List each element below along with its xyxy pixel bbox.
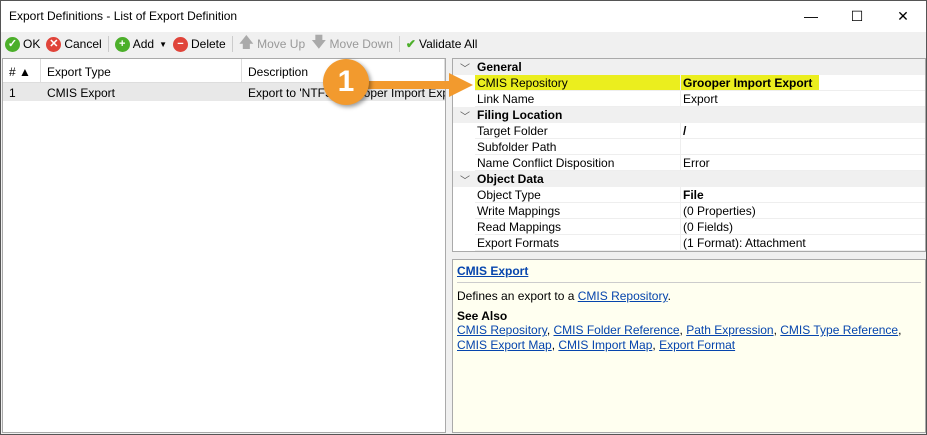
cmis-repository-link[interactable]: CMIS Repository xyxy=(578,289,668,303)
property-value[interactable]: Error xyxy=(681,155,712,170)
toolbar: ✓ OK ✕ Cancel + Add ▼ − Delete 🡅 Move Up 🡇 Move… xyxy=(1,33,926,55)
chevron-down-icon[interactable]: ﹀ xyxy=(453,108,477,123)
chevron-down-icon[interactable]: ﹀ xyxy=(453,172,477,187)
minimize-button[interactable]: — xyxy=(788,1,834,32)
help-pane: CMIS Export Defines an export to a CMIS … xyxy=(452,259,926,433)
see-also-link[interactable]: CMIS Export Map xyxy=(457,338,552,352)
property-value[interactable]: (0 Fields) xyxy=(681,219,735,234)
property-object-type[interactable]: Object Type File xyxy=(475,187,925,203)
property-read-mappings[interactable]: Read Mappings (0 Fields) xyxy=(475,219,925,235)
property-cmis-repository[interactable]: CMIS Repository Grooper Import Export xyxy=(475,75,925,91)
validate-all-button[interactable]: ✔ Validate All xyxy=(406,37,478,51)
category-label: Object Data xyxy=(477,172,544,186)
see-also-link[interactable]: CMIS Type Reference xyxy=(780,323,898,337)
see-also-link[interactable]: CMIS Import Map xyxy=(558,338,652,352)
ok-button[interactable]: ✓ OK xyxy=(5,36,41,52)
category-object-data[interactable]: ﹀ Object Data xyxy=(453,171,925,187)
row-export-type: CMIS Export xyxy=(47,86,116,100)
help-title-link[interactable]: CMIS Export xyxy=(457,264,921,283)
see-also-link[interactable]: Export Format xyxy=(659,338,735,352)
export-list: # ▲ Export Type Description 1 CMIS Expor… xyxy=(2,58,446,433)
plus-icon: + xyxy=(114,36,130,52)
splitter[interactable] xyxy=(447,58,451,433)
see-also-link[interactable]: CMIS Repository xyxy=(457,323,547,337)
property-name: Link Name xyxy=(475,91,681,106)
see-also-heading: See Also xyxy=(457,309,508,323)
property-value[interactable]: / xyxy=(681,123,688,138)
property-name: Target Folder xyxy=(475,123,681,138)
column-header-number[interactable]: # ▲ xyxy=(3,59,41,82)
delete-button[interactable]: − Delete xyxy=(172,36,226,52)
separator xyxy=(107,36,109,52)
cancel-label: Cancel xyxy=(64,37,102,51)
property-value[interactable]: (0 Properties) xyxy=(681,203,758,218)
arrow-up-icon: 🡅 xyxy=(238,33,255,51)
cancel-icon: ✕ xyxy=(46,36,62,52)
property-subfolder-path[interactable]: Subfolder Path xyxy=(475,139,925,155)
see-also-links: CMIS Repository, CMIS Folder Reference, … xyxy=(457,323,902,352)
property-value[interactable]: Export xyxy=(681,91,720,106)
move-down-button[interactable]: 🡇 Move Down xyxy=(311,32,393,57)
property-name: Write Mappings xyxy=(475,203,681,218)
help-description: Defines an export to a CMIS Repository. xyxy=(457,289,921,303)
desc-text: . xyxy=(667,289,671,303)
checkmark-icon: ✔ xyxy=(405,37,416,51)
dropdown-arrow-icon[interactable]: ▼ xyxy=(159,40,167,49)
see-also-link[interactable]: CMIS Folder Reference xyxy=(553,323,679,337)
ok-label: OK xyxy=(23,37,41,51)
row-number: 1 xyxy=(9,86,16,100)
property-value[interactable]: File xyxy=(681,187,706,202)
see-also-link[interactable]: Path Expression xyxy=(686,323,773,337)
callout-badge: 1 xyxy=(323,59,369,105)
property-value[interactable]: Grooper Import Export xyxy=(681,75,819,90)
property-name: Export Formats xyxy=(475,235,681,250)
title-bar: Export Definitions - List of Export Defi… xyxy=(1,1,926,32)
property-name: Subfolder Path xyxy=(475,139,681,154)
column-header-export-type[interactable]: Export Type xyxy=(41,59,242,82)
property-target-folder[interactable]: Target Folder / xyxy=(475,123,925,139)
property-name: Object Type xyxy=(475,187,681,202)
desc-text: Defines an export to a xyxy=(457,289,578,303)
category-general[interactable]: ﹀ General xyxy=(453,59,925,75)
arrow-down-icon: 🡇 xyxy=(311,33,327,51)
property-value[interactable] xyxy=(681,139,685,154)
minus-icon: − xyxy=(172,36,188,52)
move-up-label: Move Up xyxy=(257,37,306,51)
maximize-button[interactable]: ☐ xyxy=(834,1,880,32)
category-label: Filing Location xyxy=(477,108,563,122)
property-name: Read Mappings xyxy=(475,219,681,234)
export-definitions-window: Export Definitions - List of Export Defi… xyxy=(0,0,927,435)
add-label: Add xyxy=(132,37,155,51)
move-up-button[interactable]: 🡅 Move Up xyxy=(239,32,305,57)
property-name: CMIS Repository xyxy=(475,75,681,90)
property-write-mappings[interactable]: Write Mappings (0 Properties) xyxy=(475,203,925,219)
check-icon: ✓ xyxy=(5,36,20,52)
validate-all-label: Validate All xyxy=(418,37,478,51)
separator xyxy=(231,36,233,52)
property-value[interactable]: (1 Format): Attachment xyxy=(681,235,808,250)
property-export-formats[interactable]: Export Formats (1 Format): Attachment xyxy=(475,235,925,251)
property-link-name[interactable]: Link Name Export xyxy=(475,91,925,107)
add-button[interactable]: + Add ▼ xyxy=(114,36,167,52)
category-label: General xyxy=(477,60,522,74)
delete-label: Delete xyxy=(190,37,226,51)
property-name: Name Conflict Disposition xyxy=(475,155,681,170)
close-button[interactable]: ✕ xyxy=(880,1,926,32)
property-name-conflict-disposition[interactable]: Name Conflict Disposition Error xyxy=(475,155,925,171)
callout-arrow-icon xyxy=(361,73,473,97)
property-grid: ﹀ General CMIS Repository Grooper Import E… xyxy=(452,58,926,252)
move-down-label: Move Down xyxy=(329,37,393,51)
category-filing-location[interactable]: ﹀ Filing Location xyxy=(453,107,925,123)
separator xyxy=(398,36,400,52)
window-title: Export Definitions - List of Export Defi… xyxy=(9,9,238,23)
cancel-button[interactable]: ✕ Cancel xyxy=(46,36,102,52)
